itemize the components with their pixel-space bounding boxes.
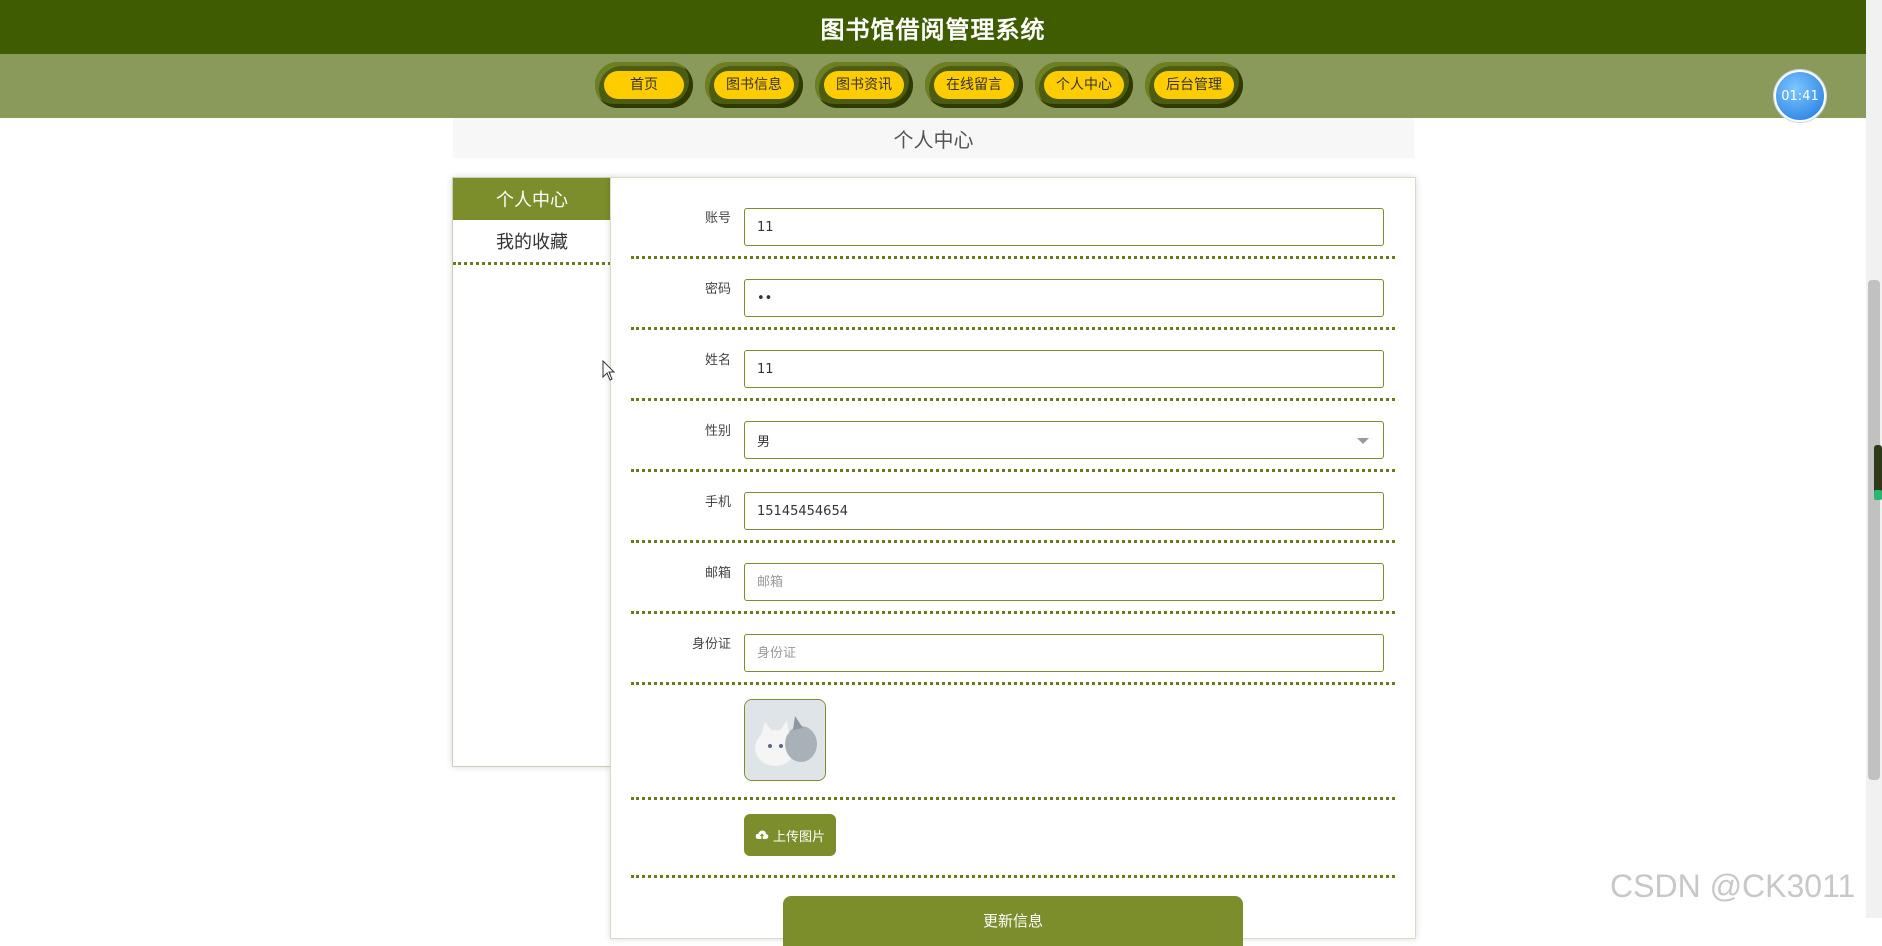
name-input[interactable] (744, 350, 1384, 388)
form-row-name: 姓名 (631, 330, 1395, 401)
phone-input[interactable] (744, 492, 1384, 530)
nav-item-book-news[interactable]: 图书资讯 (815, 62, 913, 108)
gender-select[interactable]: 男 (744, 421, 1384, 459)
nav-item-admin[interactable]: 后台管理 (1145, 62, 1243, 108)
form-row-upload: 上传图片 (631, 800, 1395, 878)
form-row-idcard: 身份证 (631, 614, 1395, 685)
upload-button-label: 上传图片 (772, 829, 825, 845)
nav-bar: 首页 图书信息 图书资讯 在线留言 个人中心 后台管理 (0, 54, 1866, 118)
sidebar-item-favorites[interactable]: 我的收藏 (453, 220, 611, 265)
email-label: 邮箱 (704, 566, 731, 581)
form-row-phone: 手机 (631, 472, 1395, 543)
phone-label: 手机 (704, 495, 731, 510)
nav-item-label: 个人中心 (1044, 71, 1124, 99)
page-title: 个人中心 (453, 118, 1414, 158)
form-row-gender: 性别 男 (631, 401, 1395, 472)
nav-item-messages[interactable]: 在线留言 (925, 62, 1023, 108)
account-input[interactable] (744, 208, 1384, 246)
scroll-marker (1874, 445, 1882, 500)
account-label: 账号 (704, 211, 731, 226)
clock-badge[interactable]: 01:41 (1774, 70, 1826, 122)
cloud-upload-icon (755, 830, 769, 839)
sidebar: 个人中心 我的收藏 (452, 177, 612, 767)
kitten-photo-icon (745, 700, 825, 780)
form-row-password: 密码 (631, 259, 1395, 330)
nav-item-book-info[interactable]: 图书信息 (705, 62, 803, 108)
nav-item-label: 图书资讯 (824, 71, 904, 99)
form-row-email: 邮箱 (631, 543, 1395, 614)
nav-menu: 首页 图书信息 图书资讯 在线留言 个人中心 后台管理 (595, 62, 1243, 108)
password-label: 密码 (704, 282, 731, 297)
sidebar-item-personal-center[interactable]: 个人中心 (453, 178, 611, 220)
gender-value: 男 (757, 434, 771, 450)
chevron-down-icon (1357, 438, 1369, 444)
idcard-input[interactable] (744, 634, 1384, 672)
nav-item-label: 在线留言 (934, 71, 1014, 99)
nav-item-home[interactable]: 首页 (595, 62, 693, 108)
gender-label: 性别 (704, 424, 731, 439)
email-input[interactable] (744, 563, 1384, 601)
page-scrollbar[interactable] (1866, 0, 1882, 918)
update-info-button[interactable]: 更新信息 (783, 896, 1243, 946)
mouse-cursor-icon (602, 360, 616, 381)
name-label: 姓名 (704, 353, 731, 368)
form-row-avatar (631, 685, 1395, 800)
password-input[interactable] (744, 279, 1384, 317)
nav-item-personal-center[interactable]: 个人中心 (1035, 62, 1133, 108)
form-row-account: 账号 (631, 178, 1395, 259)
avatar-image (744, 699, 826, 781)
nav-item-label: 图书信息 (714, 71, 794, 99)
nav-item-label: 首页 (604, 71, 684, 99)
upload-image-button[interactable]: 上传图片 (744, 814, 836, 856)
nav-item-label: 后台管理 (1154, 71, 1234, 99)
scrollbar-thumb[interactable] (1868, 280, 1880, 780)
profile-form: 账号 密码 姓名 性别 男 手机 邮箱 身份证 (610, 177, 1416, 946)
watermark: CSDN @CK3011 (1610, 868, 1856, 904)
app-title: 图书馆借阅管理系统 (0, 0, 1866, 54)
idcard-label: 身份证 (691, 637, 731, 652)
